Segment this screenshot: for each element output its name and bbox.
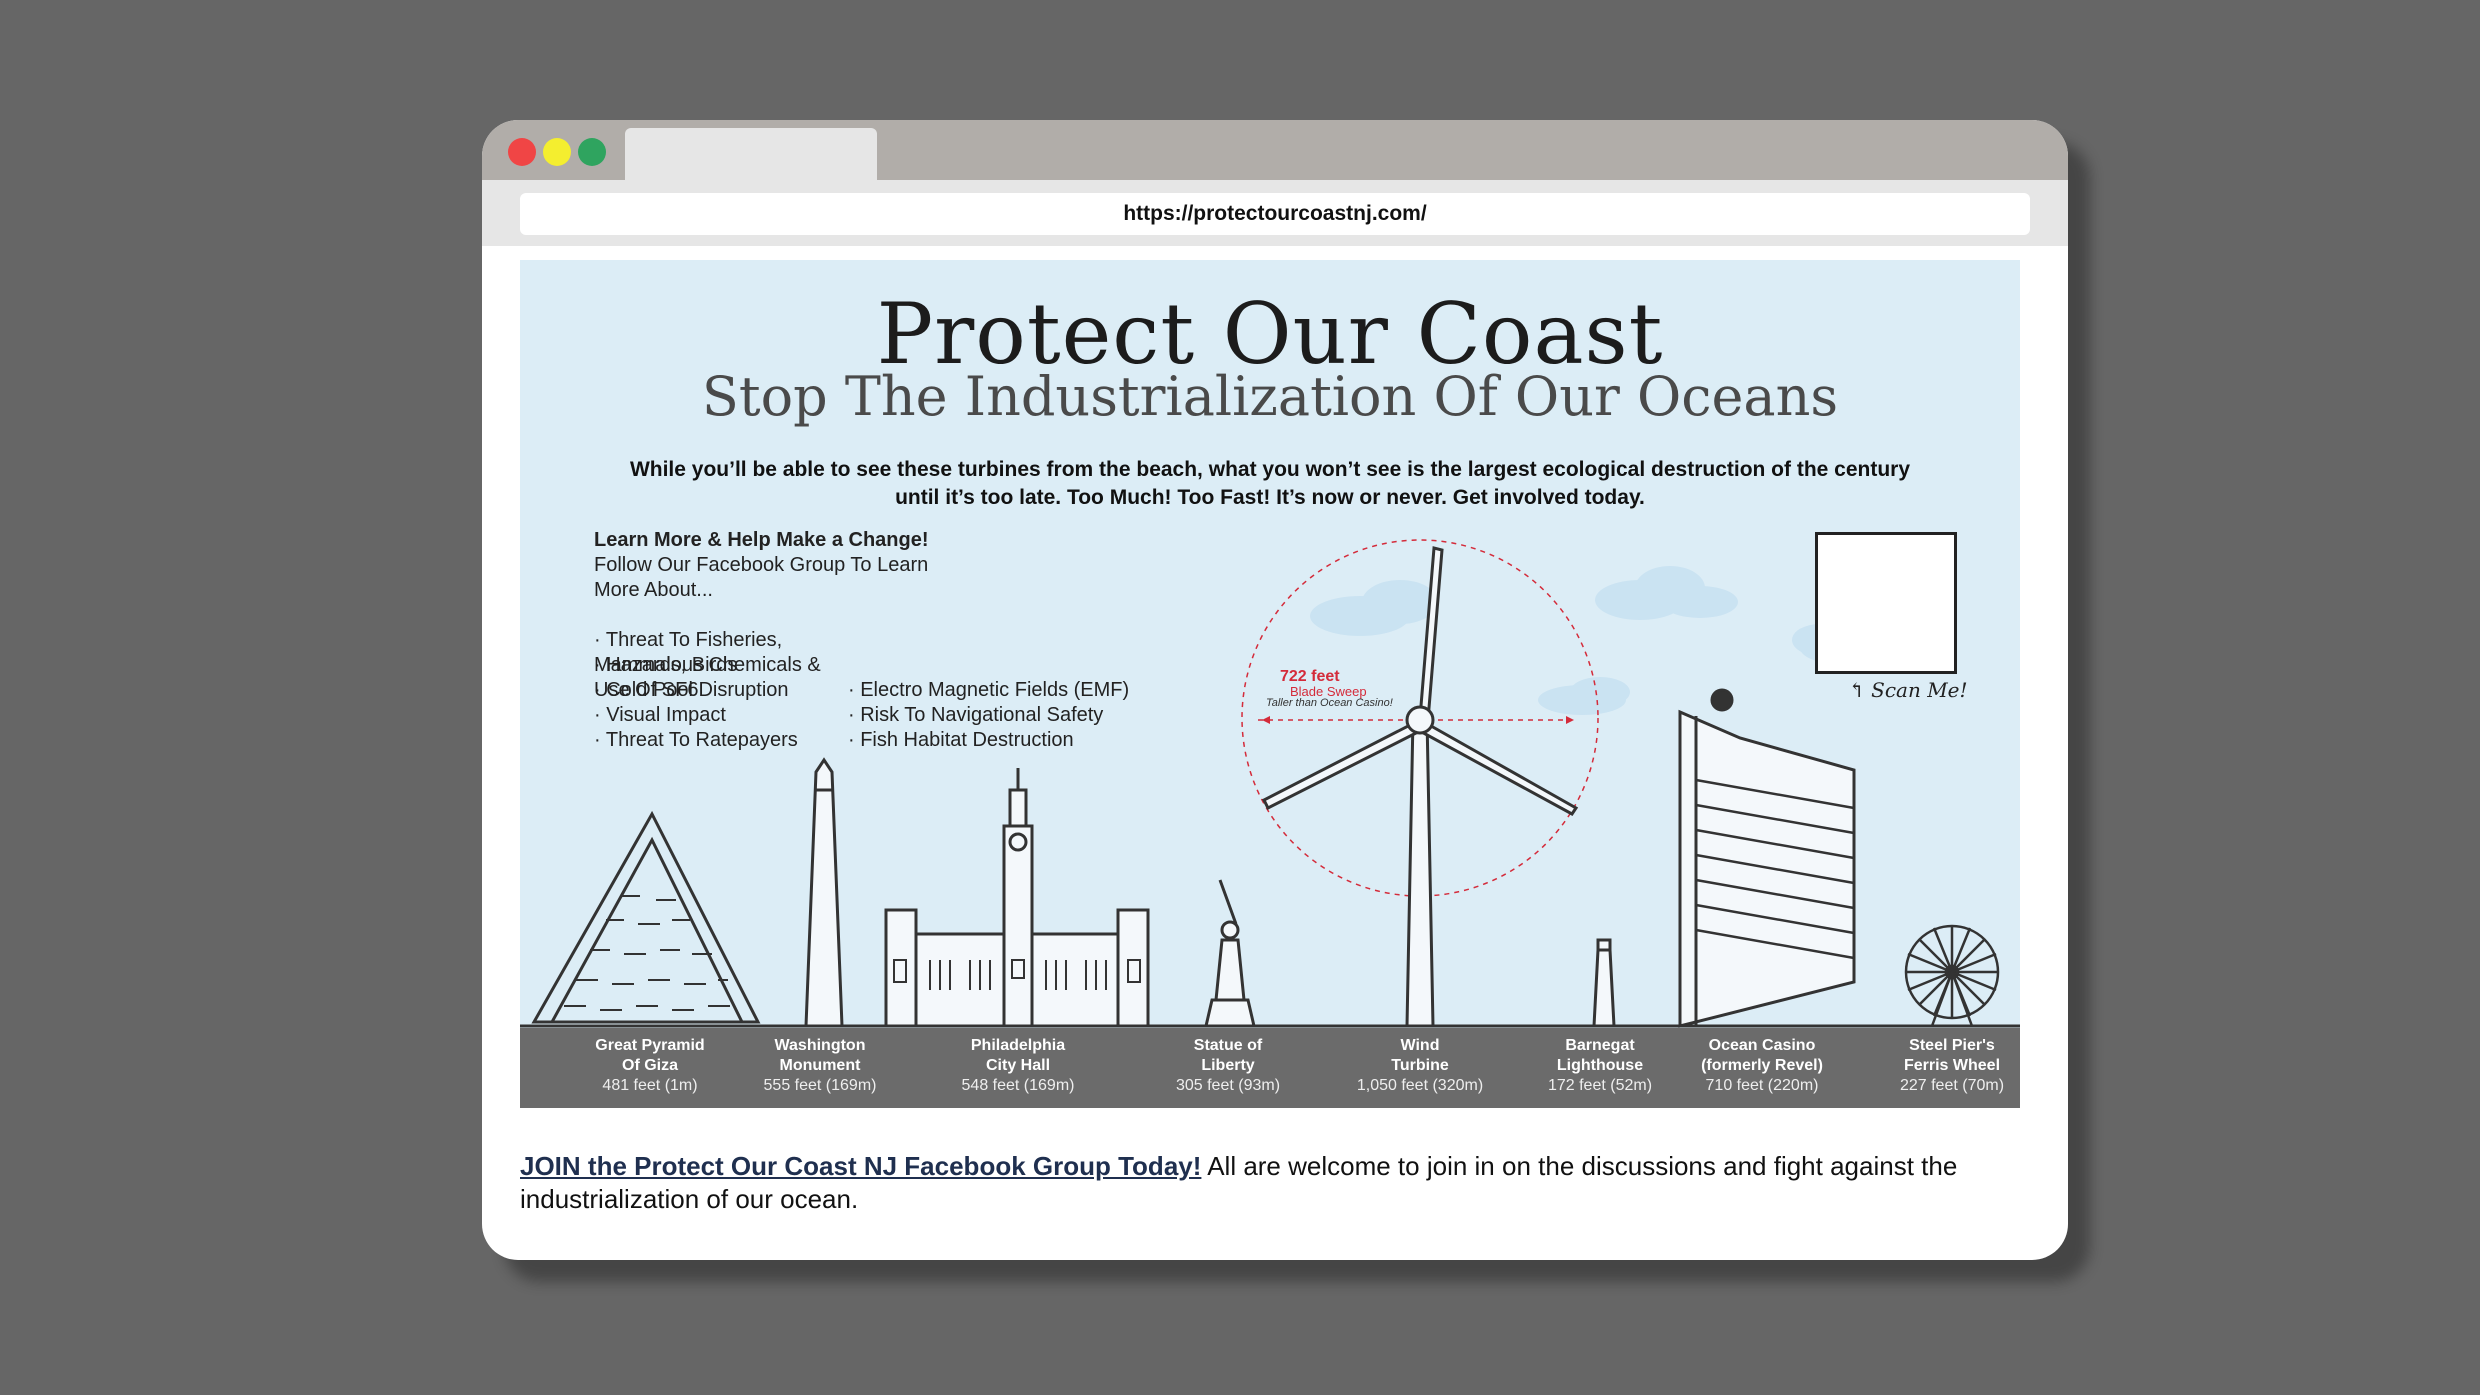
landmark-label: Philadelphia City Hall 548 feet (169m) <box>961 1037 1075 1094</box>
learn-line: Follow Our Facebook Group To Learn <box>594 554 929 576</box>
landmark-label: Great Pyramid Of Giza 481 feet (1m) <box>595 1037 705 1094</box>
concern-list: · Threat To Fisheries, Mammals, Birds · … <box>594 628 1214 753</box>
list-item: · Threat To Fisheries, Mammals, Birds <box>594 629 783 676</box>
landmark-label: Washington Monument 555 feet (169m) <box>763 1037 877 1094</box>
lead-paragraph: While you’ll be able to see these turbin… <box>629 458 1911 509</box>
toolbar: https://protectourcoastnj.com/ <box>482 180 2068 246</box>
cta-paragraph: JOIN the Protect Our Coast NJ Facebook G… <box>520 1150 2040 1216</box>
list-item: · Threat To Ratepayers <box>594 729 798 751</box>
close-dot[interactable] <box>508 138 536 166</box>
list-item: · Cold Pool Disruption <box>594 679 789 701</box>
learn-more-block: Learn More & Help Make a Change! Follow … <box>594 528 1014 603</box>
url-text: https://protectourcoastnj.com/ <box>1123 202 1427 225</box>
address-bar[interactable]: https://protectourcoastnj.com/ <box>520 193 2030 235</box>
browser-window: https://protectourcoastnj.com/ Protect O… <box>482 120 2068 1260</box>
barnegat-lighthouse <box>1592 938 1616 1028</box>
landmark-label: Ocean Casino (formerly Revel) 710 feet (22… <box>1701 1037 1823 1094</box>
landmark-label: Steel Pier's Ferris Wheel 227 feet (70m) <box>1899 1037 2005 1094</box>
learn-heading: Learn More & Help Make a Change! <box>594 529 929 551</box>
list-item: · Risk To Navigational Safety <box>848 704 1104 726</box>
ocean-casino <box>1678 688 1856 1028</box>
list-item: · Electro Magnetic Fields (EMF) <box>848 679 1130 701</box>
facebook-group-link[interactable]: JOIN the Protect Our Coast NJ Facebook G… <box>520 1151 1201 1181</box>
list-item: · Visual Impact <box>594 704 726 726</box>
list-item: · Fish Habitat Destruction <box>848 729 1074 751</box>
list-item: · Hazardous Chemicals & Use Of SF6 <box>594 654 821 701</box>
infographic-banner: Protect Our Coast Stop The Industrializa… <box>520 260 2020 1108</box>
sweep-note: Taller than Ocean Casino! <box>1266 697 1393 709</box>
minimize-dot[interactable] <box>543 138 571 166</box>
landmark-label-bar: Great Pyramid Of Giza 481 feet (1m) Washin… <box>520 1028 2020 1108</box>
philadelphia-city-hall <box>884 768 1150 1028</box>
statue-of-liberty <box>1204 879 1256 1028</box>
landmark-label: Wind Turbine 1,050 feet (320m) <box>1356 1037 1484 1094</box>
ferris-wheel <box>1904 924 2000 1027</box>
clouds <box>1310 566 1880 715</box>
maximize-dot[interactable] <box>578 138 606 166</box>
landmark-label: Statue of Liberty 305 feet (93m) <box>1175 1037 1281 1094</box>
title-bar <box>482 120 2068 180</box>
learn-line: More About... <box>594 579 713 601</box>
pyramid <box>531 810 761 1024</box>
washington-monument <box>804 757 844 1028</box>
browser-tab[interactable] <box>625 128 877 180</box>
banner-subtitle: Stop The Industrialization Of Our Oceans <box>701 365 1839 428</box>
landmark-label: Barnegat Lighthouse 172 feet (52m) <box>1547 1037 1653 1094</box>
qr-code[interactable] <box>1815 532 1957 674</box>
scan-me-label: ↰ Scan Me! <box>1848 678 1968 702</box>
